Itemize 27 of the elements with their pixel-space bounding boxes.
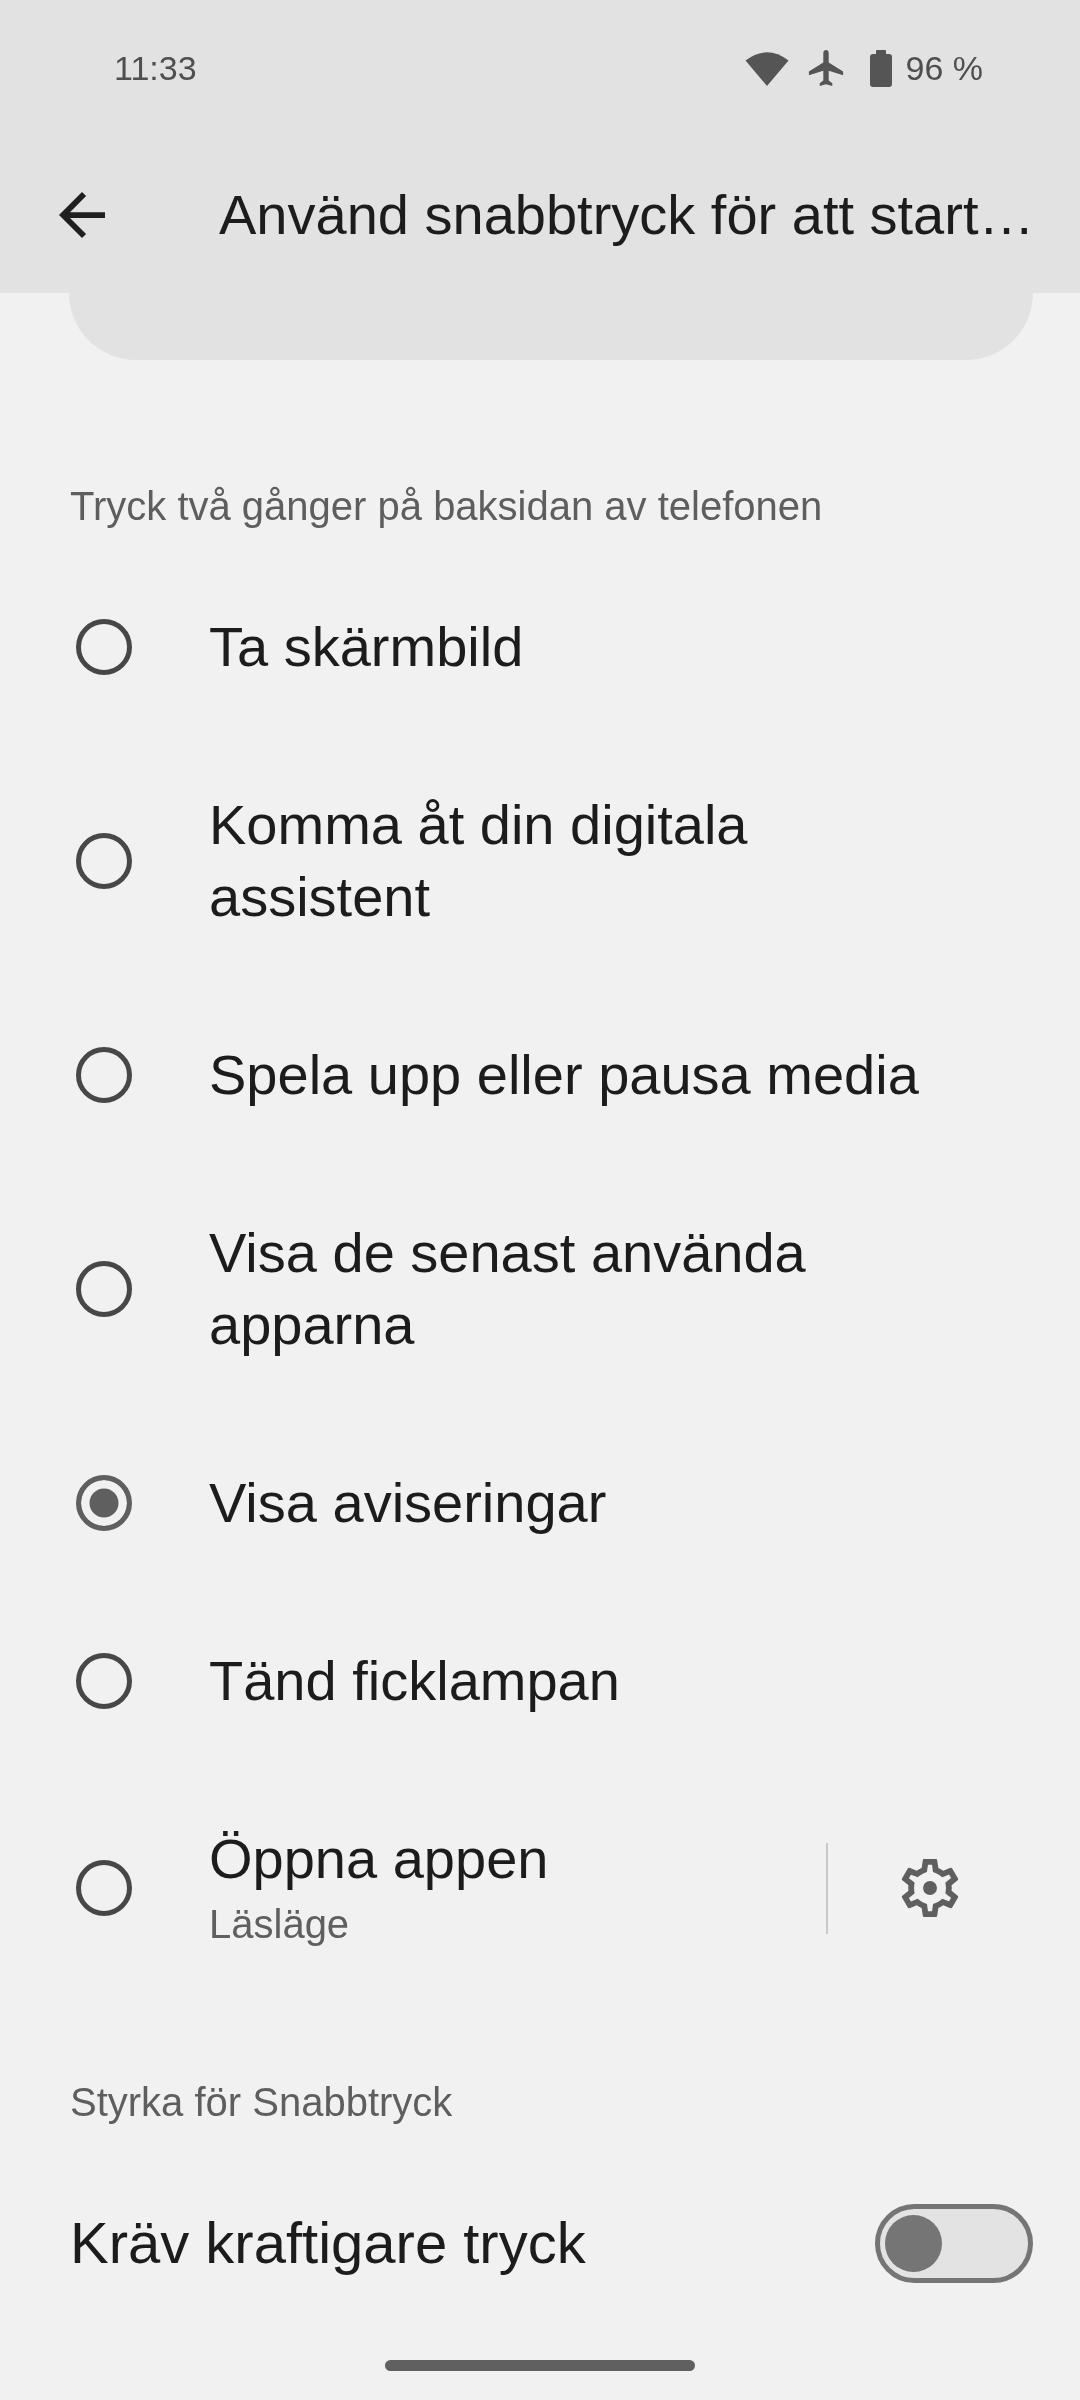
- settings-icon[interactable]: [901, 1859, 959, 1917]
- option-label: Ta skärmbild: [209, 614, 524, 680]
- radio-button[interactable]: [76, 1653, 132, 1709]
- radio-button[interactable]: [76, 1047, 132, 1103]
- option-label: Visa de senast använda apparna: [209, 1220, 807, 1358]
- status-time: 11:33: [114, 48, 197, 88]
- radio-button[interactable]: [76, 1475, 132, 1531]
- option-label: Tänd ficklampan: [209, 1648, 620, 1714]
- section-header: Tryck två gånger på baksidan av telefonen: [70, 483, 823, 530]
- airplane-icon: [807, 50, 844, 86]
- battery-percent: 96 %: [905, 48, 983, 88]
- radio-button[interactable]: [76, 1860, 132, 1916]
- switch-label: Kräv kraftigare tryck: [70, 2209, 586, 2277]
- radio-button[interactable]: [76, 1261, 132, 1317]
- option-label: Öppna appen: [209, 1826, 549, 1892]
- toolbar-title: Använd snabbtryck för att start…: [219, 182, 1035, 247]
- gesture-handle[interactable]: [385, 2360, 695, 2371]
- radio-button[interactable]: [76, 619, 132, 675]
- option-label: Spela upp eller pausa media: [209, 1042, 919, 1108]
- option-label: Komma åt din digitala assistent: [209, 792, 749, 930]
- battery-icon: [869, 49, 892, 87]
- radio-button[interactable]: [76, 833, 132, 889]
- option-label: Visa aviseringar: [209, 1470, 607, 1536]
- option-subtitle: Läsläge: [209, 1901, 350, 1948]
- wifi-icon: [744, 50, 789, 86]
- back-icon[interactable]: [59, 191, 105, 238]
- section-header: Styrka för Snabbtryck: [70, 2079, 453, 2126]
